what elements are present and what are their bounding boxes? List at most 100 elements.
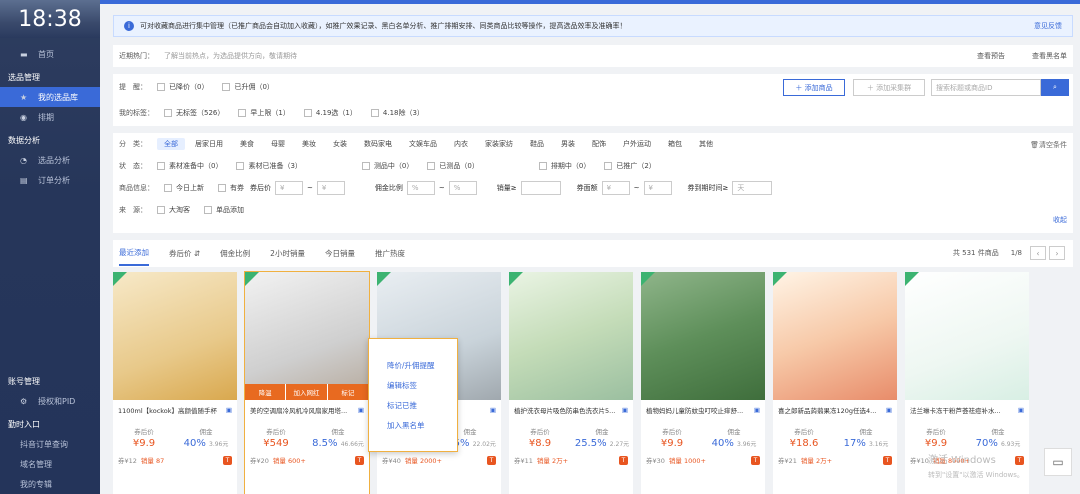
today-new-checkbox[interactable]: 今日上新: [164, 183, 204, 193]
status-checkbox[interactable]: 素材已准备（3）: [236, 161, 302, 171]
ratio-max-input[interactable]: %: [448, 181, 477, 195]
category-11[interactable]: 男装: [554, 138, 582, 150]
sort-tab-0[interactable]: 最近添加: [119, 240, 149, 266]
category-15[interactable]: 其他: [692, 138, 720, 150]
sidebar-item-domain[interactable]: 域名管理: [0, 454, 100, 474]
product-image[interactable]: [641, 272, 765, 400]
status-checkbox[interactable]: 已推广（2）: [604, 161, 656, 171]
status-checkbox[interactable]: 已测品（0）: [427, 161, 479, 171]
has-coupon-checkbox[interactable]: 有券: [218, 183, 244, 193]
view-forecast-link[interactable]: 查看预告: [977, 51, 1005, 61]
category-10[interactable]: 鞋品: [523, 138, 551, 150]
new-corner-badge: [377, 272, 391, 286]
menu-item-add-blacklist[interactable]: 加入黑名单: [369, 415, 457, 435]
product-image[interactable]: [509, 272, 633, 400]
sidebar-item-order-analysis[interactable]: ▤ 订单分析: [0, 170, 100, 190]
card-tag-button[interactable]: 标记: [327, 384, 369, 400]
category-5[interactable]: 女装: [326, 138, 354, 150]
main-area: i 可对收藏商品进行集中管理（已推广商品会自动加入收藏），如推广效果记录、黑白名…: [100, 0, 1080, 494]
category-12[interactable]: 配饰: [585, 138, 613, 150]
sidebar-item-my-library[interactable]: ★ 我的选品库: [0, 87, 100, 107]
copy-icon[interactable]: ▣: [490, 406, 496, 414]
sidebar-item-schedule[interactable]: ◉ 排期: [0, 107, 100, 127]
category-4[interactable]: 美妆: [295, 138, 323, 150]
product-card[interactable]: 植护洗衣母片吸色防串色洗衣片5... ▣ 券后价 佣金 ¥8.9 25.5% 2.27元券…: [509, 272, 633, 494]
comm-rise-checkbox[interactable]: 已升佣（0）: [222, 82, 274, 92]
search-button[interactable]: ⌕: [1041, 79, 1069, 96]
category-13[interactable]: 户外运动: [616, 138, 658, 150]
category-0[interactable]: 全部: [157, 138, 185, 150]
sort-tab-1[interactable]: 券后价 ⇵: [169, 240, 200, 266]
sort-tab-4[interactable]: 今日销量: [325, 240, 355, 266]
product-image[interactable]: 降温 加入网红 标记: [245, 272, 369, 400]
sort-tab-5[interactable]: 推广热度: [375, 240, 405, 266]
status-checkbox[interactable]: 素材准备中（0）: [157, 161, 222, 171]
tag-checkbox[interactable]: 4.18除（3）: [370, 108, 424, 118]
category-2[interactable]: 美食: [233, 138, 261, 150]
status-checkbox[interactable]: 测品中（0）: [361, 161, 413, 171]
expire-days-input[interactable]: 天: [732, 181, 773, 195]
product-card[interactable]: 植物妈妈儿童防蚊虫叮咬止痒舒... ▣ 券后价 佣金 ¥9.9 40% 3.96元 券¥30…: [641, 272, 765, 494]
source-checkbox[interactable]: 单品添加: [204, 205, 244, 215]
category-8[interactable]: 内衣: [447, 138, 475, 150]
product-card[interactable]: 降温 加入网红 标记 美的空调扇冷风机冷风扇家用塔... ▣ 券后价 佣金 ¥549 8.5% …: [244, 271, 370, 494]
tag-checkbox[interactable]: 4.19选（1）: [303, 108, 357, 118]
collapse-button[interactable]: 收起: [1053, 215, 1067, 225]
ratio-min-input[interactable]: %: [406, 181, 435, 195]
coupon-max-input[interactable]: ¥: [643, 181, 672, 195]
status-checkbox[interactable]: 排期中（0）: [538, 161, 590, 171]
sidebar-item-auth[interactable]: ⚙ 授权和PID: [0, 391, 100, 411]
coupon-min-input[interactable]: ¥: [601, 181, 630, 195]
sidebar-item-home[interactable]: ▬ 首页: [0, 44, 100, 64]
product-image[interactable]: [773, 272, 897, 400]
price-drop-checkbox[interactable]: 已降价（0）: [157, 82, 208, 92]
product-title[interactable]: 植物妈妈儿童防蚊虫叮咬止痒舒... ▣: [641, 400, 765, 420]
next-page-button[interactable]: ›: [1049, 246, 1065, 260]
tag-checkbox[interactable]: 无标签（526）: [164, 108, 224, 118]
sort-tab-3[interactable]: 2小时销量: [270, 240, 305, 266]
copy-icon[interactable]: ▣: [886, 406, 892, 414]
product-image[interactable]: [905, 272, 1029, 400]
card-tag-button[interactable]: 加入网红: [286, 384, 328, 400]
card-tag-button[interactable]: 降温: [245, 384, 287, 400]
menu-item-edit-tag[interactable]: 编辑标签: [369, 375, 457, 395]
clear-filters-button[interactable]: 🗑清空条件: [1030, 140, 1067, 150]
add-product-button[interactable]: ＋ 添加商品: [783, 79, 845, 96]
sort-tab-2[interactable]: 佣金比例: [220, 240, 250, 266]
feedback-link[interactable]: 意见反馈: [1034, 21, 1062, 31]
source-checkbox[interactable]: 大淘客: [157, 205, 190, 215]
add-collect-button[interactable]: ＋ 添加采集群: [853, 79, 925, 96]
tag-checkbox[interactable]: 早上限（1）: [238, 108, 290, 118]
product-card[interactable]: 喜之郎新品蒟蒻果冻120g任选4... ▣ 券后价 佣金 ¥18.6 17% 3.16元券…: [773, 272, 897, 494]
search-input[interactable]: 搜索标题或商品ID: [931, 79, 1041, 96]
sidebar-item-order-query[interactable]: 抖音订单查询: [0, 434, 100, 454]
product-image[interactable]: [113, 272, 237, 400]
copy-icon[interactable]: ▣: [754, 406, 760, 414]
category-9[interactable]: 家装家纺: [478, 138, 520, 150]
sidebar-item-album[interactable]: 我的专辑: [0, 474, 100, 494]
prev-page-button[interactable]: ‹: [1030, 246, 1046, 260]
category-1[interactable]: 居家日用: [188, 138, 230, 150]
price-min-input[interactable]: ¥: [275, 181, 303, 195]
product-card[interactable]: 1100ml【kockok】高颜值随手杯 ▣ 券后价 佣金 ¥9.9 40% 3.96元券…: [113, 272, 237, 494]
category-6[interactable]: 数码家电: [357, 138, 399, 150]
menu-item-mark-promoted[interactable]: 标记已推: [369, 395, 457, 415]
bookmark-float-button[interactable]: ▭: [1044, 448, 1072, 476]
copy-icon[interactable]: ▣: [358, 406, 364, 414]
product-title[interactable]: 喜之郎新品蒟蒻果冻120g任选4... ▣: [773, 400, 897, 420]
view-blacklist-link[interactable]: 查看黑名单: [1032, 51, 1067, 61]
product-title[interactable]: 法兰琳卡冻干粉芦荟祛痘补水... ▣: [905, 400, 1029, 420]
category-7[interactable]: 文娱车品: [402, 138, 444, 150]
product-title[interactable]: 美的空调扇冷风机冷风扇家用塔... ▣: [245, 400, 369, 420]
category-14[interactable]: 箱包: [661, 138, 689, 150]
sidebar-item-selection-analysis[interactable]: ◔ 选品分析: [0, 150, 100, 170]
sales-input[interactable]: [520, 181, 561, 195]
price-max-input[interactable]: ¥: [316, 181, 345, 195]
product-title[interactable]: 1100ml【kockok】高颜值随手杯 ▣: [113, 400, 237, 420]
copy-icon[interactable]: ▣: [622, 406, 628, 414]
copy-icon[interactable]: ▣: [226, 406, 232, 414]
product-title[interactable]: 植护洗衣母片吸色防串色洗衣片5... ▣: [509, 400, 633, 420]
menu-item-price-remind[interactable]: 降价/升佣提醒: [369, 355, 457, 375]
category-3[interactable]: 母婴: [264, 138, 292, 150]
copy-icon[interactable]: ▣: [1018, 406, 1024, 414]
